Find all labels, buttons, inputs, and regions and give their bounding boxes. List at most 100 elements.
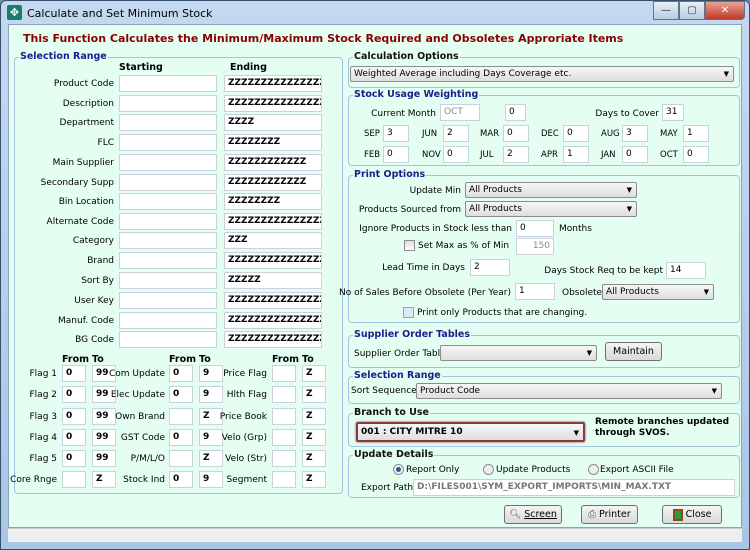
range-end-field[interactable]: ZZZZZZZZZZZZ xyxy=(224,174,322,191)
ignore-months-field[interactable]: 0 xyxy=(516,220,554,237)
flag-from-field[interactable]: 0 xyxy=(169,386,193,403)
flag-from-field[interactable] xyxy=(169,450,193,467)
export-ascii-radio[interactable] xyxy=(588,464,599,475)
flag-from-field[interactable]: 0 xyxy=(62,450,86,467)
month-weight-field[interactable]: 0 xyxy=(383,146,409,163)
flag-to-field[interactable]: 9 xyxy=(199,386,223,403)
flag-to-field[interactable]: Z xyxy=(302,471,326,488)
flag-from-field[interactable] xyxy=(62,471,86,488)
flag-from-field[interactable] xyxy=(272,450,296,467)
month-weight-field[interactable]: 0 xyxy=(683,146,709,163)
flag-from-field[interactable]: 0 xyxy=(62,408,86,425)
app-icon: ✥ xyxy=(7,5,22,20)
range-start-field[interactable] xyxy=(119,331,217,348)
flag-to-field[interactable]: 9 xyxy=(199,365,223,382)
maintain-button[interactable]: Maintain xyxy=(605,342,662,361)
supplier-order-table-select[interactable]: ▼ xyxy=(440,345,597,361)
month-weight-field[interactable]: 0 xyxy=(443,146,469,163)
range-start-field[interactable] xyxy=(119,292,217,309)
sales-before-obsolete-field[interactable]: 1 xyxy=(515,283,555,300)
range-end-field[interactable]: ZZZZZZZZZZZZ xyxy=(224,154,322,171)
month-weight-field[interactable]: 2 xyxy=(443,125,469,142)
update-products-radio[interactable] xyxy=(483,464,494,475)
products-sourced-select[interactable]: All Products ▼ xyxy=(465,201,637,217)
range-start-field[interactable] xyxy=(119,193,217,210)
update-min-select[interactable]: All Products ▼ xyxy=(465,182,637,198)
range-end-field[interactable]: ZZZZZZZZZZZZZZZZZZ xyxy=(224,292,322,309)
set-max-checkbox[interactable] xyxy=(404,240,415,251)
sort-sequence-select[interactable]: Product Code ▼ xyxy=(416,383,722,399)
range-end-field[interactable]: ZZZZ xyxy=(224,114,322,131)
obsolete-select[interactable]: All Products ▼ xyxy=(602,284,714,300)
calculation-method-select[interactable]: Weighted Average including Days Coverage… xyxy=(350,66,734,82)
printer-button[interactable]: ⎙ Printer xyxy=(581,505,638,524)
flag-to-field[interactable]: Z xyxy=(302,386,326,403)
range-start-field[interactable] xyxy=(119,174,217,191)
flag-from-field[interactable]: 0 xyxy=(169,471,193,488)
range-start-field[interactable] xyxy=(119,252,217,269)
range-end-field[interactable]: ZZZ xyxy=(224,232,322,249)
report-only-radio[interactable] xyxy=(393,464,404,475)
flag-to-field[interactable]: Z xyxy=(302,429,326,446)
maximize-button[interactable]: ▢ xyxy=(679,1,705,20)
flag-from-field[interactable]: 0 xyxy=(62,386,86,403)
days-stock-field[interactable]: 14 xyxy=(666,262,706,279)
flag-to-field[interactable]: Z xyxy=(302,450,326,467)
range-end-field[interactable]: ZZZZZZZZZZZZZZZZZZ xyxy=(224,312,322,329)
flag-from-field[interactable]: 0 xyxy=(62,429,86,446)
flag-from-field[interactable]: 0 xyxy=(169,429,193,446)
flag-to-field[interactable]: Z xyxy=(302,365,326,382)
month-weight-field[interactable]: 0 xyxy=(563,125,589,142)
flag-from-field[interactable] xyxy=(272,429,296,446)
range-end-field[interactable]: ZZZZZZZZZZZZZZZZ xyxy=(224,252,322,269)
range-start-field[interactable] xyxy=(119,232,217,249)
flag-to-field[interactable]: 99 xyxy=(92,429,116,446)
month-weight-field[interactable]: 3 xyxy=(622,125,648,142)
flag-to-field[interactable]: 9 xyxy=(199,429,223,446)
range-end-field[interactable]: ZZZZZZZZ xyxy=(224,193,322,210)
flag-from-field[interactable] xyxy=(169,408,193,425)
month-weight-field[interactable]: 0 xyxy=(622,146,648,163)
month-weight-field[interactable]: 1 xyxy=(563,146,589,163)
print-changing-checkbox[interactable] xyxy=(403,307,414,318)
range-end-field[interactable]: ZZZZZ xyxy=(224,272,322,289)
range-end-field[interactable]: ZZZZZZZZZZZZZZZ xyxy=(224,75,322,92)
flag-to-field[interactable]: Z xyxy=(199,450,223,467)
flag-to-field[interactable]: 99 xyxy=(92,408,116,425)
flag-from-field[interactable] xyxy=(272,471,296,488)
range-end-field[interactable]: ZZZZZZZZ xyxy=(224,134,322,151)
month-weight-field[interactable]: 0 xyxy=(503,125,529,142)
range-start-field[interactable] xyxy=(119,312,217,329)
range-end-field[interactable]: ZZZZZZZZZZZZZZZZZZ xyxy=(224,95,322,112)
month-weight-field[interactable]: 1 xyxy=(683,125,709,142)
flag-from-field[interactable] xyxy=(272,365,296,382)
flag-from-field[interactable]: 0 xyxy=(62,365,86,382)
screen-button[interactable]: 🔍︎ Screen xyxy=(504,505,562,524)
flag-to-field[interactable]: Z xyxy=(302,408,326,425)
range-start-field[interactable] xyxy=(119,75,217,92)
flag-to-field[interactable]: 99 xyxy=(92,450,116,467)
flag-from-field[interactable]: 0 xyxy=(169,365,193,382)
range-row-label: BG Code xyxy=(75,335,114,345)
days-to-cover-field[interactable]: 31 xyxy=(662,104,684,121)
close-button[interactable]: Close xyxy=(662,505,722,524)
lead-time-field[interactable]: 2 xyxy=(470,259,510,276)
flag-from-field[interactable] xyxy=(272,408,296,425)
range-start-field[interactable] xyxy=(119,272,217,289)
range-start-field[interactable] xyxy=(119,154,217,171)
range-start-field[interactable] xyxy=(119,95,217,112)
range-start-field[interactable] xyxy=(119,134,217,151)
close-window-button[interactable]: ✕ xyxy=(705,1,745,20)
flag-to-field[interactable]: 9 xyxy=(199,471,223,488)
flag-from-field[interactable] xyxy=(272,386,296,403)
range-end-field[interactable]: ZZZZZZZZZZZZZZZ xyxy=(224,213,322,230)
range-start-field[interactable] xyxy=(119,114,217,131)
month-weight-field[interactable]: 3 xyxy=(383,125,409,142)
range-end-field[interactable]: ZZZZZZZZZZZZZZZZZZ xyxy=(224,331,322,348)
current-month-value-field[interactable]: 0 xyxy=(505,104,526,121)
flag-to-field[interactable]: Z xyxy=(92,471,116,488)
minimize-button[interactable]: — xyxy=(653,1,679,20)
range-start-field[interactable] xyxy=(119,213,217,230)
branch-select[interactable]: 001 : CITY MITRE 10 ▼ xyxy=(356,422,585,442)
month-weight-field[interactable]: 2 xyxy=(503,146,529,163)
